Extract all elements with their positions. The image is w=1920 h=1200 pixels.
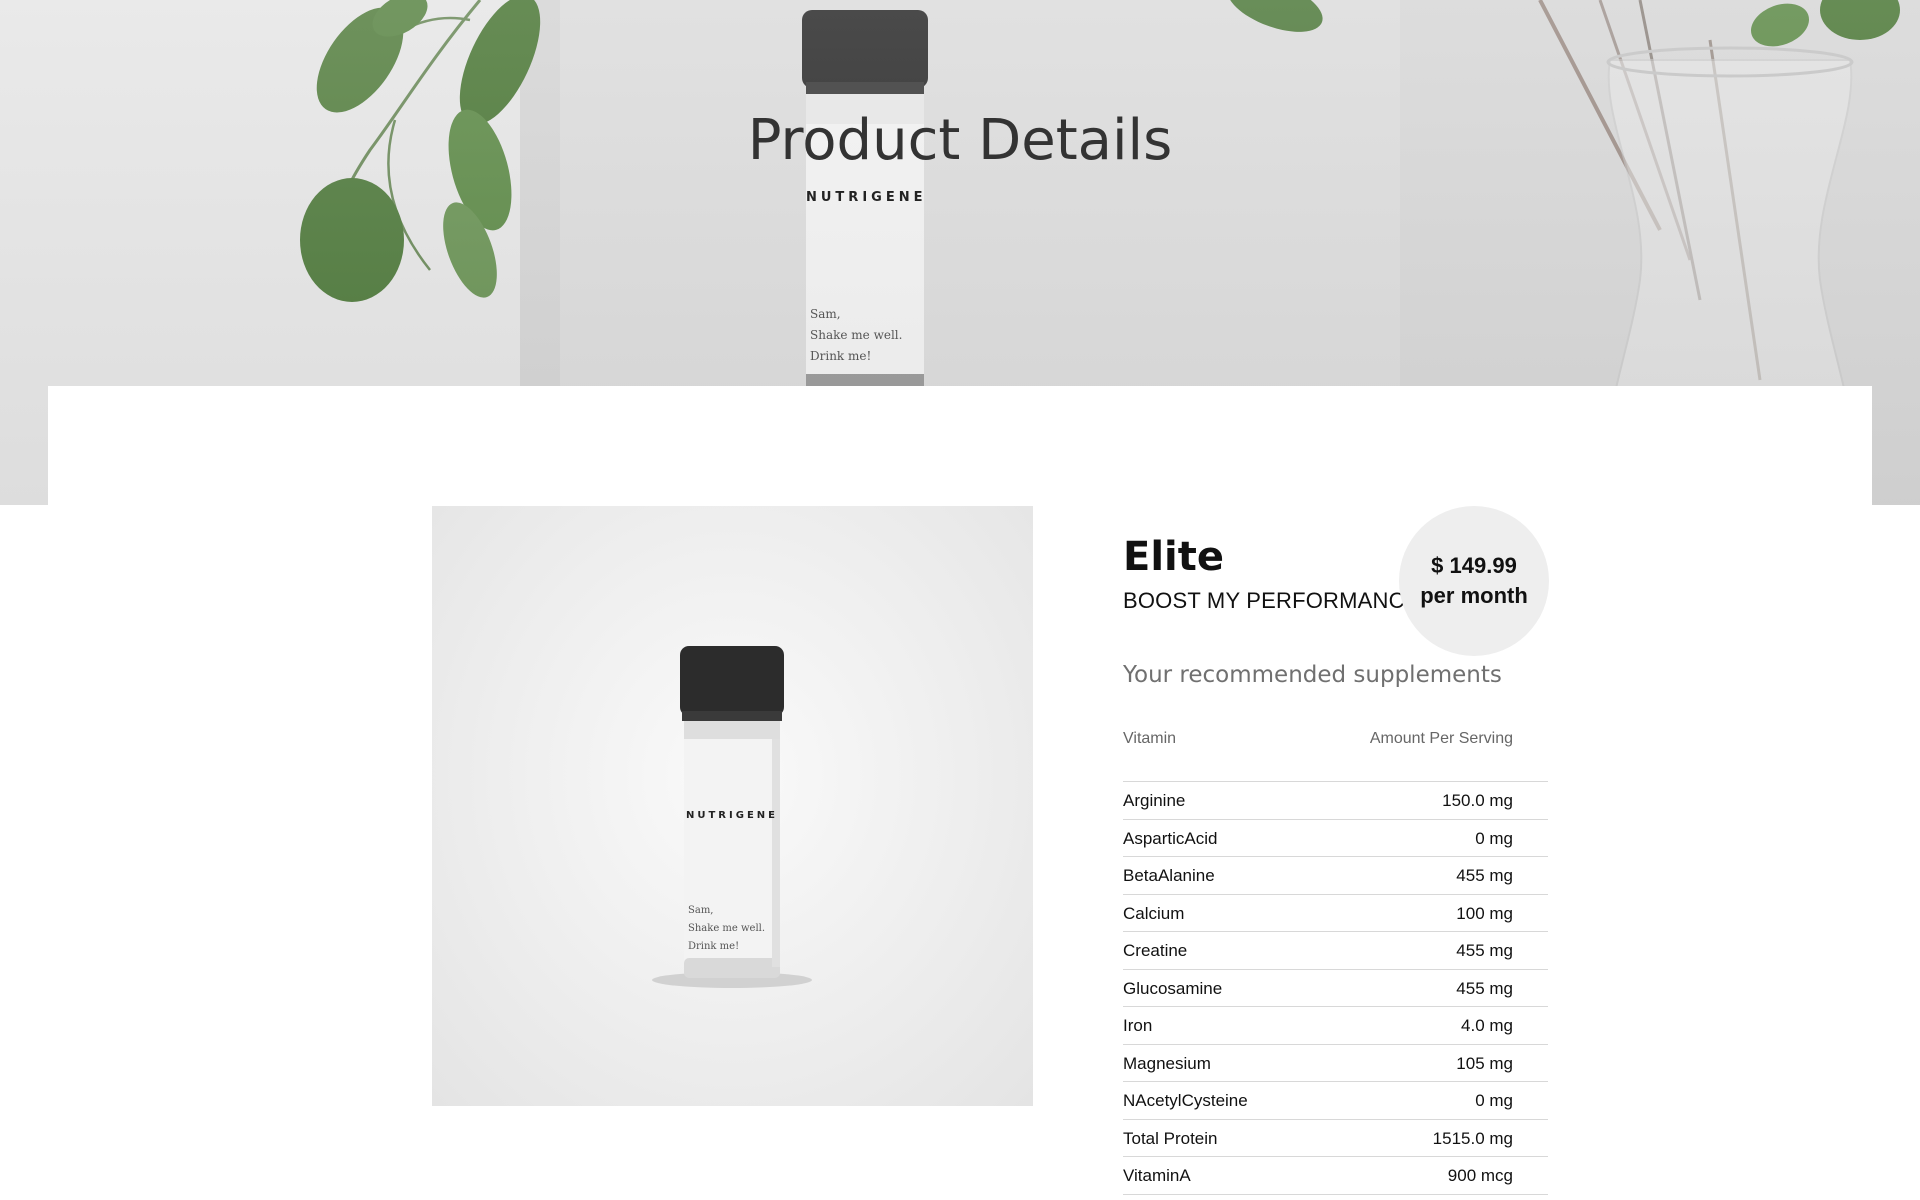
product-tagline: BOOST MY PERFORMANCE [1123, 588, 1420, 613]
supplement-name: BetaAlanine [1123, 866, 1215, 885]
table-row: Glucosamine 455 mg [1123, 970, 1548, 1007]
table-row: VitaminA 900 mcg [1123, 1157, 1548, 1195]
supplement-name: VitaminA [1123, 1166, 1191, 1185]
supplement-amount: 105 mg [1456, 1053, 1513, 1073]
supplement-name: Calcium [1123, 903, 1185, 923]
supplement-amount: 455 mg [1456, 866, 1513, 885]
table-row: Total Protein 1515.0 mg [1123, 1120, 1548, 1157]
supplement-amount: 4.0 mg [1461, 1016, 1513, 1035]
supplement-amount: 0 mg [1475, 828, 1513, 848]
supplement-amount: 455 mg [1456, 941, 1513, 960]
table-row: Creatine 455 mg [1123, 932, 1548, 970]
supplement-amount: 0 mg [1475, 1091, 1513, 1110]
recommended-supplements-heading: Your recommended supplements [1123, 662, 1502, 688]
page-title: Product Details [747, 108, 1173, 173]
table-row: Arginine 150.0 mg [1123, 782, 1548, 820]
supplement-amount: 150.0 mg [1442, 791, 1513, 810]
supplements-table-header: Vitamin Amount Per Serving [1123, 730, 1513, 750]
table-row: BetaAlanine 455 mg [1123, 857, 1548, 895]
supplement-name: Magnesium [1123, 1053, 1211, 1073]
supplement-amount: 455 mg [1456, 978, 1513, 998]
supplement-amount: 900 mcg [1447, 1166, 1513, 1185]
supplements-table: Arginine 150.0 mg AsparticAcid 0 mg Beta… [1123, 781, 1548, 1195]
price-period: per month [1420, 583, 1528, 608]
table-row: Magnesium 105 mg [1123, 1045, 1548, 1082]
column-header-amount: Amount Per Serving [1369, 730, 1513, 747]
product-bottle-note: Sam, Shake me well. Drink me! [688, 905, 766, 952]
price-amount: $ 149.99 [1431, 553, 1517, 578]
supplement-name: Total Protein [1123, 1128, 1218, 1148]
table-row: NAcetylCysteine 0 mg [1123, 1082, 1548, 1120]
supplement-amount: 1515.0 mg [1432, 1128, 1513, 1148]
table-row: Calcium 100 mg [1123, 895, 1548, 932]
column-header-vitamin: Vitamin [1123, 730, 1177, 747]
price-badge: $ 149.99 per month [1399, 506, 1549, 656]
product-bottle-brand: NUTRIGENE [686, 810, 778, 821]
supplement-name: AsparticAcid [1123, 828, 1218, 848]
product-image: NUTRIGENE Sam, Shake me well. Drink me! [432, 506, 1033, 1106]
supplement-name: Arginine [1123, 791, 1186, 810]
hero-bottle-note: Sam, Shake me well. Drink me! [810, 307, 903, 363]
supplement-name: Iron [1123, 1016, 1153, 1035]
supplement-name: Glucosamine [1123, 978, 1223, 998]
product-bottle-image [652, 646, 812, 988]
product-name: Elite [1123, 534, 1224, 580]
hero-bottle-brand: NUTRIGENE [806, 190, 927, 205]
table-row: Iron 4.0 mg [1123, 1007, 1548, 1045]
table-row: AsparticAcid 0 mg [1123, 820, 1548, 857]
supplement-amount: 100 mg [1456, 903, 1513, 923]
supplement-name: Creatine [1123, 941, 1188, 960]
supplement-name: NAcetylCysteine [1123, 1091, 1248, 1110]
